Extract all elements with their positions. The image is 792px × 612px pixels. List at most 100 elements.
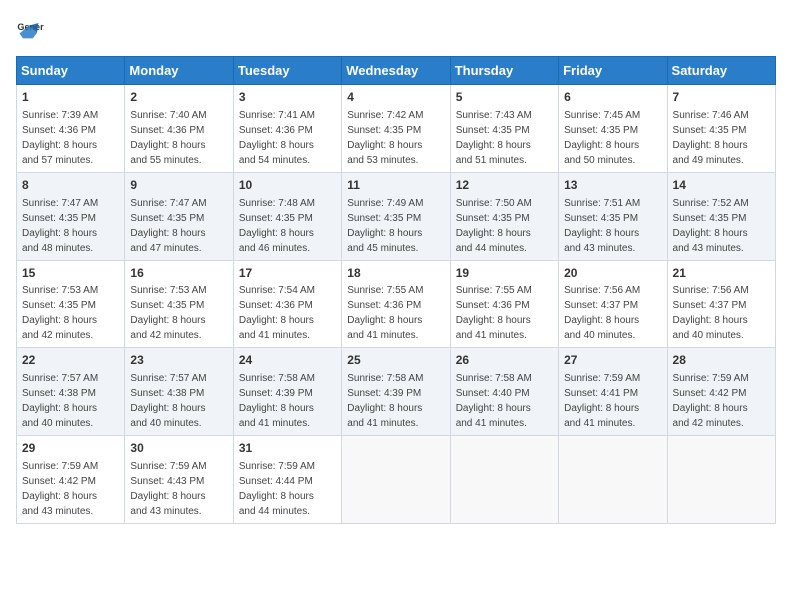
day-cell-26: 26 Sunrise: 7:58 AMSunset: 4:40 PMDaylig… — [450, 348, 558, 436]
day-number: 4 — [347, 89, 444, 106]
day-number: 12 — [456, 177, 553, 194]
day-info: Sunrise: 7:56 AMSunset: 4:37 PMDaylight:… — [673, 285, 749, 341]
day-number: 22 — [22, 352, 119, 369]
day-info: Sunrise: 7:47 AMSunset: 4:35 PMDaylight:… — [130, 198, 206, 254]
day-info: Sunrise: 7:53 AMSunset: 4:35 PMDaylight:… — [22, 285, 98, 341]
day-number: 29 — [22, 440, 119, 457]
day-info: Sunrise: 7:43 AMSunset: 4:35 PMDaylight:… — [456, 110, 532, 166]
day-cell-12: 12 Sunrise: 7:50 AMSunset: 4:35 PMDaylig… — [450, 172, 558, 260]
day-number: 26 — [456, 352, 553, 369]
day-info: Sunrise: 7:59 AMSunset: 4:42 PMDaylight:… — [22, 461, 98, 517]
weekday-header-friday: Friday — [559, 57, 667, 85]
week-row-1: 1 Sunrise: 7:39 AMSunset: 4:36 PMDayligh… — [17, 85, 776, 173]
day-info: Sunrise: 7:59 AMSunset: 4:41 PMDaylight:… — [564, 373, 640, 429]
day-number: 18 — [347, 265, 444, 282]
day-number: 25 — [347, 352, 444, 369]
day-info: Sunrise: 7:55 AMSunset: 4:36 PMDaylight:… — [456, 285, 532, 341]
day-info: Sunrise: 7:59 AMSunset: 4:44 PMDaylight:… — [239, 461, 315, 517]
day-info: Sunrise: 7:58 AMSunset: 4:39 PMDaylight:… — [347, 373, 423, 429]
day-cell-18: 18 Sunrise: 7:55 AMSunset: 4:36 PMDaylig… — [342, 260, 450, 348]
empty-cell — [559, 436, 667, 524]
day-info: Sunrise: 7:56 AMSunset: 4:37 PMDaylight:… — [564, 285, 640, 341]
day-cell-15: 15 Sunrise: 7:53 AMSunset: 4:35 PMDaylig… — [17, 260, 125, 348]
day-cell-25: 25 Sunrise: 7:58 AMSunset: 4:39 PMDaylig… — [342, 348, 450, 436]
weekday-header-thursday: Thursday — [450, 57, 558, 85]
day-number: 24 — [239, 352, 336, 369]
day-cell-7: 7 Sunrise: 7:46 AMSunset: 4:35 PMDayligh… — [667, 85, 775, 173]
day-cell-8: 8 Sunrise: 7:47 AMSunset: 4:35 PMDayligh… — [17, 172, 125, 260]
day-cell-6: 6 Sunrise: 7:45 AMSunset: 4:35 PMDayligh… — [559, 85, 667, 173]
empty-cell — [342, 436, 450, 524]
page-header: General — [16, 16, 776, 44]
day-cell-22: 22 Sunrise: 7:57 AMSunset: 4:38 PMDaylig… — [17, 348, 125, 436]
day-info: Sunrise: 7:55 AMSunset: 4:36 PMDaylight:… — [347, 285, 423, 341]
day-info: Sunrise: 7:39 AMSunset: 4:36 PMDaylight:… — [22, 110, 98, 166]
day-cell-17: 17 Sunrise: 7:54 AMSunset: 4:36 PMDaylig… — [233, 260, 341, 348]
week-row-4: 22 Sunrise: 7:57 AMSunset: 4:38 PMDaylig… — [17, 348, 776, 436]
day-number: 2 — [130, 89, 227, 106]
day-cell-29: 29 Sunrise: 7:59 AMSunset: 4:42 PMDaylig… — [17, 436, 125, 524]
weekday-header-monday: Monday — [125, 57, 233, 85]
day-number: 11 — [347, 177, 444, 194]
day-number: 21 — [673, 265, 770, 282]
day-number: 31 — [239, 440, 336, 457]
day-number: 3 — [239, 89, 336, 106]
day-number: 6 — [564, 89, 661, 106]
weekday-header-sunday: Sunday — [17, 57, 125, 85]
week-row-5: 29 Sunrise: 7:59 AMSunset: 4:42 PMDaylig… — [17, 436, 776, 524]
day-number: 19 — [456, 265, 553, 282]
day-info: Sunrise: 7:41 AMSunset: 4:36 PMDaylight:… — [239, 110, 315, 166]
day-cell-10: 10 Sunrise: 7:48 AMSunset: 4:35 PMDaylig… — [233, 172, 341, 260]
day-cell-14: 14 Sunrise: 7:52 AMSunset: 4:35 PMDaylig… — [667, 172, 775, 260]
day-info: Sunrise: 7:54 AMSunset: 4:36 PMDaylight:… — [239, 285, 315, 341]
day-cell-27: 27 Sunrise: 7:59 AMSunset: 4:41 PMDaylig… — [559, 348, 667, 436]
day-number: 28 — [673, 352, 770, 369]
day-number: 14 — [673, 177, 770, 194]
day-info: Sunrise: 7:40 AMSunset: 4:36 PMDaylight:… — [130, 110, 206, 166]
logo: General — [16, 16, 48, 44]
weekday-header-tuesday: Tuesday — [233, 57, 341, 85]
day-number: 1 — [22, 89, 119, 106]
day-number: 13 — [564, 177, 661, 194]
day-cell-11: 11 Sunrise: 7:49 AMSunset: 4:35 PMDaylig… — [342, 172, 450, 260]
calendar-table: SundayMondayTuesdayWednesdayThursdayFrid… — [16, 56, 776, 524]
day-cell-28: 28 Sunrise: 7:59 AMSunset: 4:42 PMDaylig… — [667, 348, 775, 436]
week-row-2: 8 Sunrise: 7:47 AMSunset: 4:35 PMDayligh… — [17, 172, 776, 260]
day-info: Sunrise: 7:57 AMSunset: 4:38 PMDaylight:… — [22, 373, 98, 429]
day-number: 30 — [130, 440, 227, 457]
day-number: 8 — [22, 177, 119, 194]
weekday-header-wednesday: Wednesday — [342, 57, 450, 85]
day-number: 27 — [564, 352, 661, 369]
day-cell-31: 31 Sunrise: 7:59 AMSunset: 4:44 PMDaylig… — [233, 436, 341, 524]
day-info: Sunrise: 7:51 AMSunset: 4:35 PMDaylight:… — [564, 198, 640, 254]
day-cell-23: 23 Sunrise: 7:57 AMSunset: 4:38 PMDaylig… — [125, 348, 233, 436]
day-cell-24: 24 Sunrise: 7:58 AMSunset: 4:39 PMDaylig… — [233, 348, 341, 436]
day-cell-2: 2 Sunrise: 7:40 AMSunset: 4:36 PMDayligh… — [125, 85, 233, 173]
day-info: Sunrise: 7:42 AMSunset: 4:35 PMDaylight:… — [347, 110, 423, 166]
day-number: 16 — [130, 265, 227, 282]
day-cell-13: 13 Sunrise: 7:51 AMSunset: 4:35 PMDaylig… — [559, 172, 667, 260]
day-cell-19: 19 Sunrise: 7:55 AMSunset: 4:36 PMDaylig… — [450, 260, 558, 348]
day-number: 5 — [456, 89, 553, 106]
day-number: 15 — [22, 265, 119, 282]
day-cell-30: 30 Sunrise: 7:59 AMSunset: 4:43 PMDaylig… — [125, 436, 233, 524]
day-cell-4: 4 Sunrise: 7:42 AMSunset: 4:35 PMDayligh… — [342, 85, 450, 173]
day-info: Sunrise: 7:52 AMSunset: 4:35 PMDaylight:… — [673, 198, 749, 254]
day-info: Sunrise: 7:46 AMSunset: 4:35 PMDaylight:… — [673, 110, 749, 166]
logo-icon: General — [16, 16, 44, 44]
day-number: 10 — [239, 177, 336, 194]
day-info: Sunrise: 7:48 AMSunset: 4:35 PMDaylight:… — [239, 198, 315, 254]
day-cell-16: 16 Sunrise: 7:53 AMSunset: 4:35 PMDaylig… — [125, 260, 233, 348]
day-info: Sunrise: 7:57 AMSunset: 4:38 PMDaylight:… — [130, 373, 206, 429]
day-cell-21: 21 Sunrise: 7:56 AMSunset: 4:37 PMDaylig… — [667, 260, 775, 348]
day-info: Sunrise: 7:58 AMSunset: 4:39 PMDaylight:… — [239, 373, 315, 429]
week-row-3: 15 Sunrise: 7:53 AMSunset: 4:35 PMDaylig… — [17, 260, 776, 348]
weekday-header-saturday: Saturday — [667, 57, 775, 85]
day-info: Sunrise: 7:45 AMSunset: 4:35 PMDaylight:… — [564, 110, 640, 166]
day-info: Sunrise: 7:47 AMSunset: 4:35 PMDaylight:… — [22, 198, 98, 254]
day-number: 23 — [130, 352, 227, 369]
day-info: Sunrise: 7:59 AMSunset: 4:42 PMDaylight:… — [673, 373, 749, 429]
day-cell-9: 9 Sunrise: 7:47 AMSunset: 4:35 PMDayligh… — [125, 172, 233, 260]
day-cell-20: 20 Sunrise: 7:56 AMSunset: 4:37 PMDaylig… — [559, 260, 667, 348]
day-number: 7 — [673, 89, 770, 106]
